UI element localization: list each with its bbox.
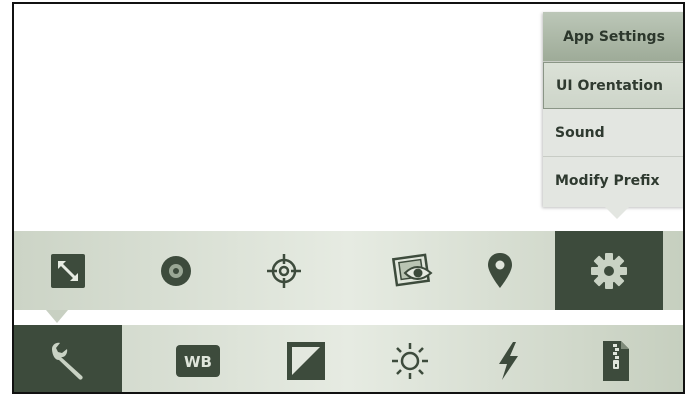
zip-file-icon <box>601 340 631 382</box>
disc-button[interactable] <box>122 231 230 310</box>
gear-icon <box>589 251 629 291</box>
brightness-button[interactable] <box>356 325 464 392</box>
tools-button[interactable] <box>14 325 122 392</box>
wrench-icon <box>46 339 90 383</box>
menu-item-ui-orientation[interactable]: UI Orentation <box>543 62 683 109</box>
brightness-icon <box>390 341 430 381</box>
location-pin-icon <box>487 252 513 290</box>
exposure-button[interactable] <box>252 325 360 392</box>
location-button[interactable] <box>446 231 554 310</box>
white-balance-icon: WB <box>175 344 221 378</box>
toolbar-pointer <box>46 310 68 323</box>
app-settings-menu: App Settings UI Orentation Sound Modify … <box>543 12 683 219</box>
camera-app-screen: App Settings UI Orentation Sound Modify … <box>12 2 685 394</box>
exposure-icon <box>286 341 326 381</box>
disc-icon <box>159 254 193 288</box>
white-balance-button[interactable]: WB <box>144 325 252 392</box>
settings-button[interactable] <box>555 231 663 310</box>
bottom-toolbar: WB <box>14 325 683 392</box>
resize-button[interactable] <box>14 231 122 310</box>
wb-label: WB <box>184 353 212 371</box>
photo-eye-icon <box>391 251 435 291</box>
top-toolbar <box>14 231 683 310</box>
crosshair-icon <box>265 252 303 290</box>
focus-button[interactable] <box>230 231 338 310</box>
menu-title: App Settings <box>543 12 683 62</box>
flash-button[interactable] <box>454 325 562 392</box>
menu-item-modify-prefix[interactable]: Modify Prefix <box>543 157 683 205</box>
resize-arrow-icon <box>50 253 86 289</box>
archive-button[interactable] <box>562 325 670 392</box>
flash-icon <box>494 341 522 381</box>
menu-item-sound[interactable]: Sound <box>543 109 683 157</box>
